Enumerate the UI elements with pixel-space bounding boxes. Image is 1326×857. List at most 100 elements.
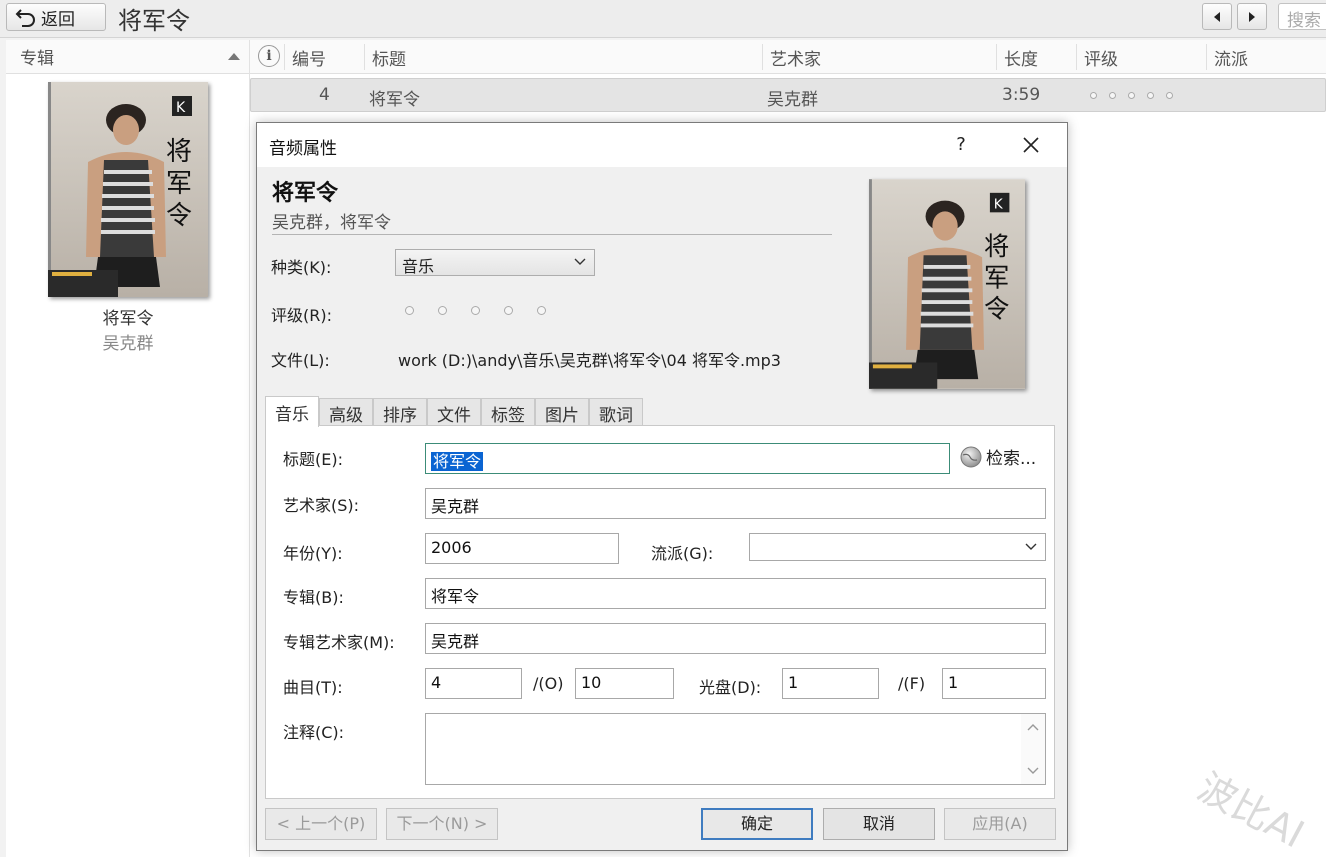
rating-dot[interactable]	[1166, 92, 1173, 99]
artist-field[interactable]: 吴克群	[425, 488, 1046, 519]
help-button[interactable]: ?	[947, 131, 975, 159]
column-header-rating[interactable]: 评级	[1084, 45, 1118, 70]
genre-field-label: 流派(G):	[651, 544, 714, 563]
info-icon[interactable]: i	[258, 45, 280, 67]
property-tabs: 音乐 高级 排序 文件 标签 图片 歌词	[265, 396, 643, 427]
tab-advanced[interactable]: 高级	[319, 398, 373, 426]
file-path: work (D:)\andy\音乐\吴克群\将军令\04 将军令.mp3	[398, 351, 781, 370]
column-separator	[1076, 44, 1077, 70]
rating-label: 评级(R):	[271, 306, 332, 325]
back-label: 返回	[41, 9, 75, 30]
chevron-down-icon[interactable]	[1027, 766, 1039, 776]
ok-button[interactable]: 确定	[701, 808, 813, 840]
rating-dot[interactable]	[1128, 92, 1135, 99]
lookup-button[interactable]: 检索...	[960, 444, 1036, 469]
artist-field-label: 艺术家(S):	[283, 496, 360, 515]
triangle-right-icon	[1249, 11, 1255, 22]
disc-total-field[interactable]: 1	[942, 668, 1046, 699]
album-pane: 专辑 将 军 令 K 将军令 吴克群	[6, 40, 250, 857]
track-number-field[interactable]: 4	[425, 668, 522, 699]
top-toolbar: 返回 将军令 搜索	[0, 0, 1326, 38]
title-field[interactable]: 将军令	[425, 443, 950, 474]
column-separator	[762, 44, 763, 70]
next-button[interactable]	[1237, 3, 1267, 30]
tab-pictures[interactable]: 图片	[535, 398, 589, 426]
triangle-left-icon	[1214, 11, 1220, 22]
year-field-label: 年份(Y):	[283, 544, 343, 563]
comment-field[interactable]	[425, 713, 1046, 785]
track-header-title: 将军令	[272, 181, 339, 206]
genre-dropdown[interactable]	[749, 533, 1046, 561]
tab-lyrics[interactable]: 歌词	[589, 398, 643, 426]
svg-text:军: 军	[984, 262, 1009, 292]
track-header-subtitle: 吴克群，将军令	[272, 213, 391, 233]
close-icon[interactable]	[1017, 131, 1045, 159]
disc-field-label: 光盘(D):	[699, 678, 762, 697]
kind-value: 音乐	[402, 257, 435, 276]
tab-music[interactable]: 音乐	[265, 396, 319, 427]
apply-button[interactable]: 应用(A)	[944, 808, 1056, 840]
disc-number-field[interactable]: 1	[782, 668, 879, 699]
cancel-button[interactable]: 取消	[823, 808, 935, 840]
svg-text:令: 令	[984, 294, 1009, 324]
lookup-label: 检索...	[986, 449, 1037, 469]
previous-button[interactable]	[1202, 3, 1232, 30]
search-input[interactable]: 搜索	[1278, 3, 1326, 31]
title-field-value: 将军令	[431, 452, 484, 471]
audio-properties-dialog: 音频属性 ? 将军令 吴克群，将军令 将 军 令 K 种类(K): 音乐 评级(…	[256, 122, 1068, 851]
track-length: 3:59	[1002, 85, 1041, 105]
svg-text:K: K	[994, 196, 1004, 212]
header-divider	[272, 234, 832, 235]
dialog-title-bar: 音频属性 ?	[257, 123, 1067, 167]
music-tab-panel: 标题(E): 将军令 检索... 艺术家(S): 吴克群 年份(Y): 2006…	[265, 425, 1055, 799]
rating-dot[interactable]	[1147, 92, 1154, 99]
album-cover-image[interactable]: 将 军 令 K	[48, 82, 208, 297]
svg-text:军: 军	[166, 169, 192, 199]
track-total-field[interactable]: 10	[575, 668, 674, 699]
kind-dropdown[interactable]: 音乐	[395, 249, 595, 276]
column-header-length[interactable]: 长度	[1004, 45, 1038, 70]
album-column-header[interactable]: 专辑	[6, 40, 249, 74]
rating-dot[interactable]	[504, 306, 513, 315]
column-header-number[interactable]: 编号	[292, 45, 326, 70]
table-row[interactable]: 4 将军令 吴克群 3:59	[250, 78, 1326, 112]
column-header-title[interactable]: 标题	[372, 45, 406, 70]
column-separator	[996, 44, 997, 70]
rating-dot[interactable]	[471, 306, 480, 315]
track-field-label: 曲目(T):	[283, 678, 343, 697]
comment-scrollbar[interactable]	[1021, 714, 1045, 784]
tab-file[interactable]: 文件	[427, 398, 481, 426]
previous-track-button[interactable]: < 上一个(P)	[265, 808, 377, 840]
column-header-artist[interactable]: 艺术家	[770, 45, 821, 70]
svg-text:将: 将	[984, 231, 1009, 261]
rating-dot[interactable]	[438, 306, 447, 315]
track-number: 4	[319, 85, 330, 105]
track-list-header: i 编号 标题 艺术家 长度 评级 流派	[250, 40, 1326, 74]
rating-control[interactable]	[405, 306, 546, 315]
column-header-genre[interactable]: 流派	[1214, 45, 1248, 70]
tab-sorting[interactable]: 排序	[373, 398, 427, 426]
album-cover-image[interactable]: 将 军 令 K	[869, 179, 1025, 389]
year-field[interactable]: 2006	[425, 533, 619, 564]
track-total-label: /(O)	[533, 674, 564, 693]
album-field[interactable]: 将军令	[425, 578, 1046, 609]
album-artist-field[interactable]: 吴克群	[425, 623, 1046, 654]
rating-dot[interactable]	[405, 306, 414, 315]
chevron-down-icon	[1025, 543, 1037, 550]
next-track-button[interactable]: 下一个(N) >	[386, 808, 498, 840]
track-title: 将军令	[369, 90, 420, 110]
sort-ascending-icon	[228, 53, 240, 60]
page-title: 将军令	[118, 7, 190, 35]
chevron-up-icon[interactable]	[1027, 722, 1039, 732]
rating-dot[interactable]	[1090, 92, 1097, 99]
rating-dot[interactable]	[1109, 92, 1116, 99]
track-rating[interactable]	[1090, 92, 1173, 99]
svg-text:令: 令	[166, 201, 192, 231]
disc-total-label: /(F)	[898, 674, 926, 693]
tab-tags[interactable]: 标签	[481, 398, 535, 426]
globe-icon	[960, 446, 982, 467]
rating-dot[interactable]	[537, 306, 546, 315]
album-column-label: 专辑	[20, 49, 54, 69]
track-artist: 吴克群	[767, 90, 818, 110]
back-button[interactable]: 返回	[6, 3, 106, 31]
